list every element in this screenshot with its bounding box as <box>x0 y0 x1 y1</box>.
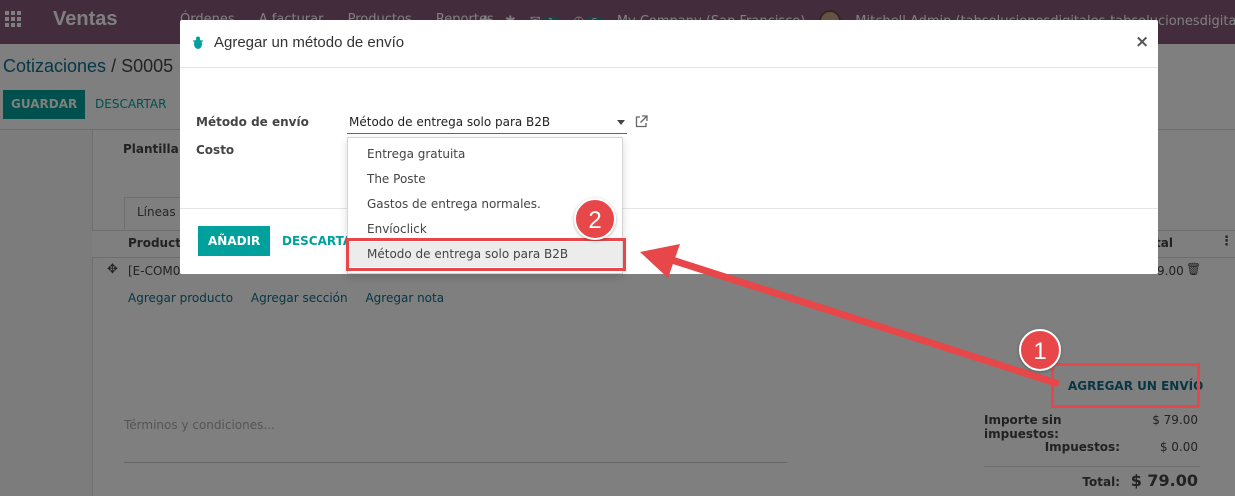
step-1-marker: 1 <box>1019 329 1061 371</box>
highlight-b2b-option <box>346 238 626 271</box>
highlight-shipping-button <box>1051 363 1200 408</box>
step-2-marker: 2 <box>574 198 616 240</box>
